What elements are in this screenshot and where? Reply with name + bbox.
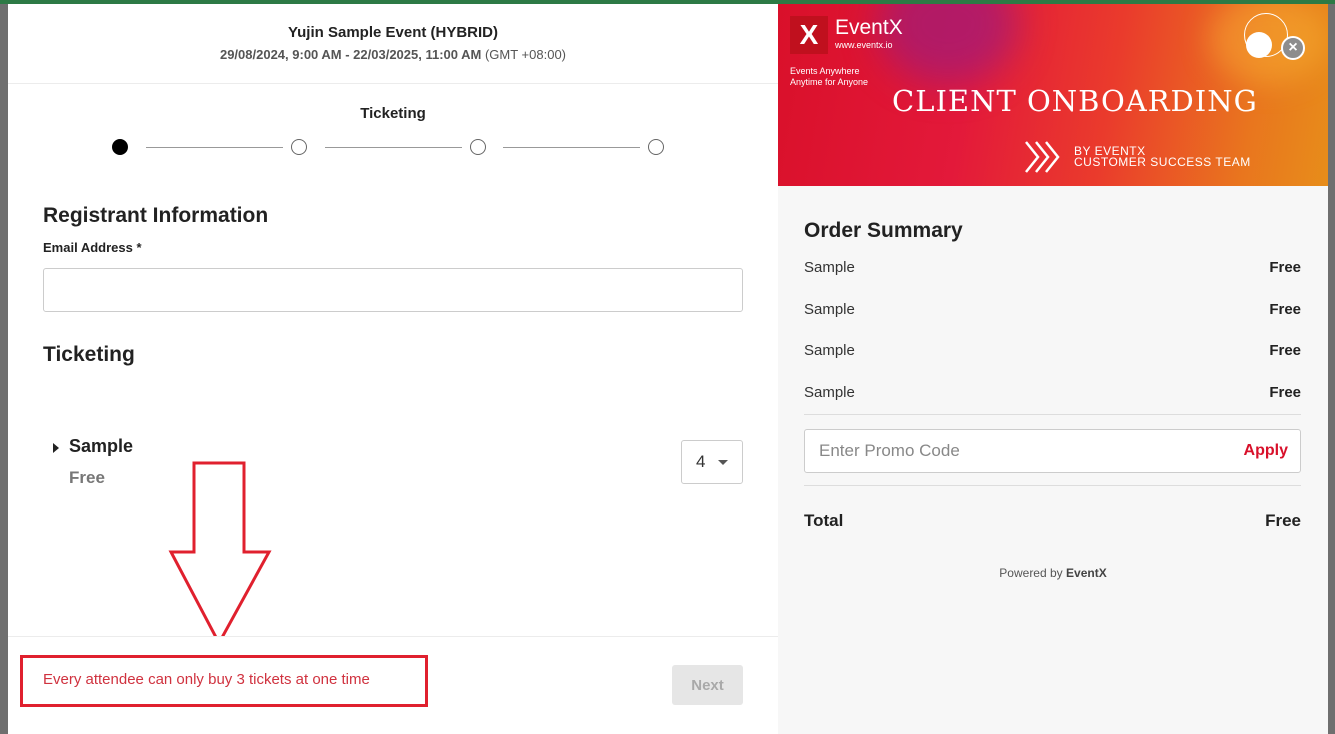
next-button[interactable]: Next bbox=[672, 665, 743, 705]
logo-url: www.eventx.io bbox=[835, 40, 893, 50]
event-banner: X EventX www.eventx.io Events Anywhere A… bbox=[778, 4, 1328, 186]
chevron-down-icon bbox=[718, 460, 728, 465]
step-4-dot bbox=[648, 139, 664, 155]
banner-tagline: Events Anywhere Anytime for Anyone bbox=[790, 66, 869, 87]
step-connector bbox=[325, 146, 462, 148]
summary-item-name: Sample bbox=[804, 259, 855, 276]
registration-form-panel: Yujin Sample Event (HYBRID) 29/08/2024, … bbox=[8, 4, 778, 734]
summary-item-price: Free bbox=[1269, 301, 1301, 318]
step-3-dot bbox=[470, 139, 486, 155]
eventx-logo-icon: X bbox=[790, 16, 828, 54]
summary-item-price: Free bbox=[1269, 259, 1301, 276]
registrant-info-title: Registrant Information bbox=[43, 204, 269, 227]
banner-subtitle-line: CUSTOMER SUCCESS TEAM bbox=[1074, 155, 1251, 169]
ticket-name[interactable]: Sample bbox=[69, 436, 133, 457]
event-header: Yujin Sample Event (HYBRID) 29/08/2024, … bbox=[8, 4, 778, 84]
event-date-range: 29/08/2024, 9:00 AM - 22/03/2025, 11:00 … bbox=[219, 47, 482, 62]
expand-caret-icon[interactable] bbox=[53, 443, 59, 453]
promo-code-input[interactable] bbox=[805, 430, 1225, 472]
email-label: Email Address * bbox=[43, 240, 142, 255]
powered-by-prefix: Powered by bbox=[999, 566, 1063, 580]
summary-item: Sample Free bbox=[804, 301, 1301, 321]
order-summary-panel: X EventX www.eventx.io Events Anywhere A… bbox=[778, 4, 1328, 734]
current-step-label: Ticketing bbox=[360, 105, 426, 122]
summary-item-price: Free bbox=[1269, 384, 1301, 401]
order-summary-title: Order Summary bbox=[804, 219, 963, 242]
chevrons-icon bbox=[1025, 141, 1060, 173]
summary-item-name: Sample bbox=[804, 301, 855, 318]
banner-subtitle: BY EVENTX CUSTOMER SUCCESS TEAM bbox=[1074, 145, 1251, 169]
summary-item-price: Free bbox=[1269, 342, 1301, 359]
ticket-limit-error: Every attendee can only buy 3 tickets at… bbox=[43, 671, 370, 688]
email-input[interactable] bbox=[43, 268, 743, 312]
ticket-price: Free bbox=[69, 468, 105, 487]
close-icon[interactable]: × bbox=[1281, 36, 1305, 60]
progress-stepper bbox=[112, 139, 672, 155]
summary-item-name: Sample bbox=[804, 384, 855, 401]
powered-by: Powered by EventX bbox=[778, 566, 1328, 580]
decorative-dot bbox=[1246, 32, 1272, 58]
step-connector bbox=[146, 146, 283, 148]
total-value: Free bbox=[1265, 511, 1301, 530]
event-timezone: (GMT +08:00) bbox=[484, 47, 567, 62]
banner-title: CLIENT ONBOARDING bbox=[892, 84, 1258, 118]
powered-by-brand: EventX bbox=[1066, 566, 1107, 580]
summary-item: Sample Free bbox=[804, 259, 1301, 279]
registration-modal: Yujin Sample Event (HYBRID) 29/08/2024, … bbox=[8, 4, 1328, 734]
step-connector bbox=[503, 146, 640, 148]
summary-item-name: Sample bbox=[804, 342, 855, 359]
step-1-dot bbox=[112, 139, 128, 155]
red-arrow-annotation bbox=[168, 461, 272, 646]
step-2-dot bbox=[291, 139, 307, 155]
quantity-value: 4 bbox=[696, 452, 706, 471]
summary-item: Sample Free bbox=[804, 342, 1301, 362]
ticket-quantity-select[interactable]: 4 bbox=[681, 440, 743, 484]
summary-item: Sample Free bbox=[804, 384, 1301, 404]
total-label: Total bbox=[804, 511, 844, 530]
apply-promo-button[interactable]: Apply bbox=[1244, 442, 1288, 460]
promo-code-box: Apply bbox=[804, 429, 1301, 473]
ticket-row: Sample Free 4 bbox=[53, 436, 743, 496]
logo-text: EventX bbox=[835, 16, 903, 39]
summary-divider bbox=[804, 485, 1301, 486]
event-dates: 29/08/2024, 9:00 AM - 22/03/2025, 11:00 … bbox=[8, 47, 778, 62]
ticketing-title: Ticketing bbox=[43, 343, 135, 366]
event-title: Yujin Sample Event (HYBRID) bbox=[287, 24, 499, 41]
summary-divider bbox=[804, 414, 1301, 415]
